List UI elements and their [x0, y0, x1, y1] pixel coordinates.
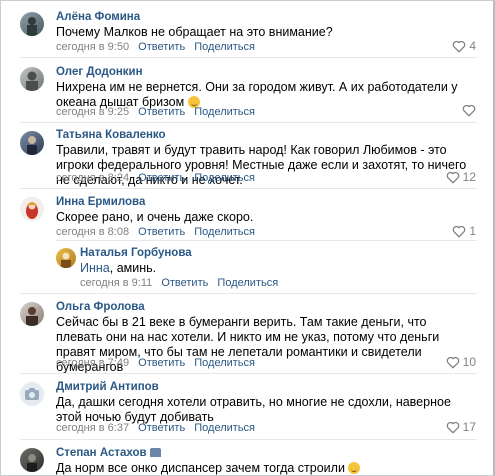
- avatar[interactable]: [56, 248, 76, 268]
- like-button[interactable]: 10: [446, 355, 476, 369]
- like-count: 10: [462, 355, 476, 369]
- reply-link[interactable]: Ответить: [138, 422, 185, 434]
- comment-time[interactable]: сегодня в 9:50: [56, 41, 129, 53]
- like-button[interactable]: 4: [452, 39, 476, 53]
- comment-time[interactable]: сегодня в 9:11: [80, 277, 152, 289]
- grin-emoji-icon: [348, 462, 361, 474]
- like-count: 17: [462, 420, 476, 434]
- comment-text: Да норм все онко диспансер зачем тогда с…: [56, 461, 476, 475]
- avatar[interactable]: [20, 67, 44, 91]
- author-name[interactable]: Ольга Фролова: [56, 301, 145, 313]
- comment-item: Алёна Фомина Почему Малков не обращает н…: [1, 1, 492, 56]
- comment-time[interactable]: сегодня в 7:49: [56, 357, 129, 369]
- author-name[interactable]: Наталья Горбунова: [80, 247, 192, 259]
- avatar[interactable]: [20, 197, 44, 221]
- share-link[interactable]: Поделиться: [194, 357, 255, 369]
- like-button[interactable]: 17: [446, 420, 476, 434]
- comment-item: Олег Додонкин Нихрена им не вернется. Он…: [1, 58, 492, 123]
- reply-link[interactable]: Ответить: [161, 277, 208, 289]
- heart-icon: [462, 104, 476, 117]
- comment-meta: сегодня в 8:24 Ответить Поделиться: [56, 172, 255, 184]
- like-count: 1: [469, 224, 476, 238]
- share-link[interactable]: Поделиться: [194, 41, 255, 53]
- author-name[interactable]: Олег Додонкин: [56, 66, 143, 78]
- comment-meta: сегодня в 9:11 Ответить Поделиться: [80, 277, 278, 289]
- reply-link[interactable]: Ответить: [138, 41, 185, 53]
- heart-icon: [446, 356, 459, 368]
- comment-item: Степан Астахов Да норм все онко диспансе…: [1, 440, 492, 475]
- avatar[interactable]: [20, 131, 44, 155]
- like-count: 4: [469, 39, 476, 53]
- reply-link[interactable]: Ответить: [138, 357, 185, 369]
- comment-item: Дмитрий Антипов Да, дашки сегодня хотели…: [1, 374, 492, 440]
- share-link[interactable]: Поделиться: [194, 106, 255, 118]
- comment-text: Скорее рано, и очень даже скоро.: [56, 210, 254, 224]
- hat-badge-icon: [149, 448, 161, 457]
- comment-text: Да, дашки сегодня хотели отравить, но мн…: [56, 395, 451, 424]
- avatar[interactable]: [20, 382, 44, 406]
- comment-text: Инна, аминь.: [80, 261, 157, 275]
- reply-link[interactable]: Ответить: [138, 106, 185, 118]
- heart-icon: [446, 171, 459, 183]
- camera-icon: [25, 388, 39, 400]
- reply-link[interactable]: Ответить: [138, 172, 185, 184]
- like-button[interactable]: [462, 104, 476, 117]
- like-count: 12: [462, 170, 476, 184]
- avatar[interactable]: [20, 12, 44, 36]
- mention-link[interactable]: Инна: [80, 261, 110, 275]
- author-name[interactable]: Алёна Фомина: [56, 11, 140, 23]
- comment-time[interactable]: сегодня в 8:24: [56, 172, 129, 184]
- comment-meta: сегодня в 8:08 Ответить Поделиться: [56, 226, 255, 238]
- comments-panel: Алёна Фомина Почему Малков не обращает н…: [0, 0, 495, 476]
- author-name[interactable]: Степан Астахов: [56, 447, 161, 459]
- comment-item: Ольга Фролова Сейчас бы в 21 веке в буме…: [1, 294, 492, 374]
- reply-link[interactable]: Ответить: [138, 226, 185, 238]
- author-name[interactable]: Инна Ермилова: [56, 196, 145, 208]
- like-button[interactable]: 1: [452, 224, 476, 238]
- author-name[interactable]: Дмитрий Антипов: [56, 381, 159, 393]
- comment-meta: сегодня в 7:49 Ответить Поделиться: [56, 357, 255, 369]
- comment-time[interactable]: сегодня в 8:08: [56, 226, 129, 238]
- comment-meta: сегодня в 6:37 Ответить Поделиться: [56, 422, 255, 434]
- comment-time[interactable]: сегодня в 9:25: [56, 106, 129, 118]
- avatar[interactable]: [20, 302, 44, 326]
- share-link[interactable]: Поделиться: [194, 422, 255, 434]
- comment-meta: сегодня в 9:25 Ответить Поделиться: [56, 106, 255, 118]
- author-name[interactable]: Татьяна Коваленко: [56, 129, 166, 141]
- reply-item: Наталья Горбунова Инна, аминь. сегодня в…: [1, 241, 492, 293]
- comment-item: Инна Ермилова Скорее рано, и очень даже …: [1, 189, 492, 241]
- heart-icon: [446, 421, 459, 433]
- heart-icon: [453, 40, 466, 52]
- like-button[interactable]: 12: [446, 170, 476, 184]
- share-link[interactable]: Поделиться: [194, 172, 255, 184]
- heart-icon: [453, 225, 466, 237]
- comment-text: Почему Малков не обращает на это внимани…: [56, 25, 333, 39]
- comment-meta: сегодня в 9:50 Ответить Поделиться: [56, 41, 255, 53]
- comment-time[interactable]: сегодня в 6:37: [56, 422, 129, 434]
- comment-item: Татьяна Коваленко Травили, травят и буду…: [1, 123, 492, 189]
- share-link[interactable]: Поделиться: [217, 277, 278, 289]
- share-link[interactable]: Поделиться: [194, 226, 255, 238]
- avatar[interactable]: [20, 448, 44, 472]
